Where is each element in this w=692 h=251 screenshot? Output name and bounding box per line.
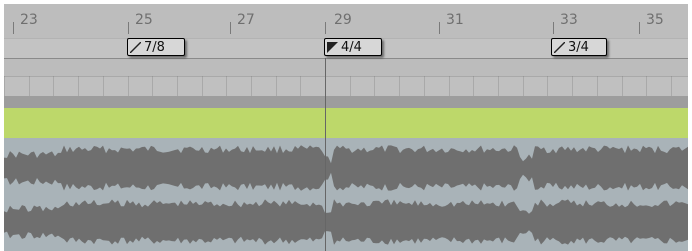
frame-left	[0, 0, 4, 251]
bar-number-23: 23	[20, 12, 38, 28]
grid-line	[498, 76, 499, 96]
grid-line	[399, 76, 400, 96]
grid-line	[350, 76, 351, 96]
bar-tick	[230, 22, 231, 34]
locator-lane[interactable]	[4, 59, 688, 76]
audio-clip-waveform[interactable]	[4, 138, 688, 251]
waveform-channel	[4, 145, 688, 191]
bar-number-35: 35	[646, 12, 664, 28]
grid-line	[53, 76, 54, 96]
bar-number-33: 33	[560, 12, 578, 28]
arrangement-view: 23 25 27 29 31 33 35 7/8 4/4 3/4	[0, 0, 692, 251]
waveform-channel	[4, 199, 688, 245]
bar-tick	[553, 22, 554, 34]
grid-line	[547, 76, 548, 96]
grid-line	[473, 76, 474, 96]
time-signature-marker-4-4[interactable]: 4/4	[324, 38, 382, 56]
grid-line	[251, 76, 252, 96]
time-signature-marker-7-8[interactable]: 7/8	[127, 38, 185, 56]
time-signature-label: 3/4	[568, 39, 589, 55]
grid-line	[597, 76, 598, 96]
grid-line	[78, 76, 79, 96]
bar-ruler[interactable]: 23 25 27 29 31 33 35	[4, 4, 688, 38]
grid-line	[671, 76, 672, 96]
time-signature-label: 7/8	[144, 39, 165, 55]
grid-line	[325, 76, 326, 96]
bar-tick	[639, 22, 640, 34]
grid-line	[4, 76, 5, 96]
audio-clip-header[interactable]	[4, 108, 688, 138]
grid-line	[152, 76, 153, 96]
grid-line	[103, 76, 104, 96]
triangle-flag-icon	[327, 41, 338, 53]
grid-line	[276, 76, 277, 96]
time-signature-marker-3-4[interactable]: 3/4	[551, 38, 607, 56]
bar-tick	[13, 22, 14, 34]
grid-line	[202, 76, 203, 96]
bar-number-27: 27	[237, 12, 255, 28]
frame-right	[688, 0, 692, 251]
bar-tick	[128, 22, 129, 34]
bar-number-29: 29	[334, 12, 352, 28]
waveform-graphic	[4, 145, 688, 245]
grid-line	[177, 76, 178, 96]
grid-line	[572, 76, 573, 96]
grid-lane[interactable]	[4, 76, 688, 97]
grid-line	[622, 76, 623, 96]
bar-tick	[439, 22, 440, 34]
time-signature-label: 4/4	[341, 39, 362, 55]
grid-line	[449, 76, 450, 96]
bar-tick	[325, 22, 326, 34]
grid-line	[424, 76, 425, 96]
grid-line	[29, 76, 30, 96]
grid-line	[226, 76, 227, 96]
triangle-flag-icon	[554, 41, 565, 53]
bar-number-31: 31	[446, 12, 464, 28]
bar-number-25: 25	[135, 12, 153, 28]
triangle-flag-icon	[130, 41, 141, 53]
grid-line	[523, 76, 524, 96]
grid-line	[128, 76, 129, 96]
track-separator	[4, 96, 688, 108]
grid-line	[646, 76, 647, 96]
grid-line	[374, 76, 375, 96]
grid-line	[300, 76, 301, 96]
